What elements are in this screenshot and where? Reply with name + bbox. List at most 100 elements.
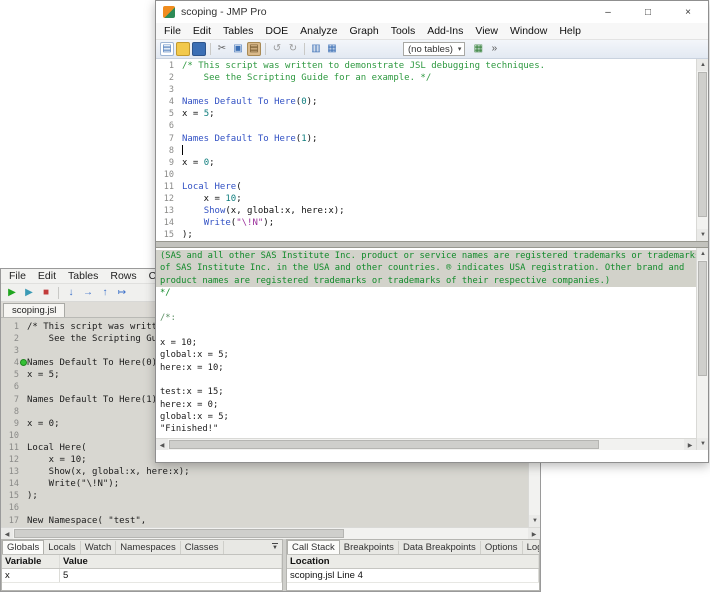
tab-data-breakpoints[interactable]: Data Breakpoints xyxy=(399,541,481,554)
maximize-button[interactable]: □ xyxy=(628,1,668,23)
new-script-icon[interactable]: ▤ xyxy=(160,42,174,56)
code-line[interactable]: 14 Write("\!N"); xyxy=(1,478,528,490)
code-line[interactable]: 1/* This script was written to demonstra… xyxy=(156,60,696,72)
pane-splitter[interactable] xyxy=(156,241,708,248)
scrollbar-thumb[interactable] xyxy=(698,261,707,376)
menu-file[interactable]: File xyxy=(158,25,187,37)
run-to-breakpoint-icon[interactable]: ▶ xyxy=(22,286,36,300)
close-button[interactable]: × xyxy=(668,1,708,23)
code-line[interactable]: 15); xyxy=(156,229,696,241)
scrollbar-track[interactable] xyxy=(697,260,708,438)
scroll-right-icon[interactable]: ▶ xyxy=(684,439,696,450)
scroll-up-icon[interactable]: ▲ xyxy=(697,248,708,260)
menu-view[interactable]: View xyxy=(469,25,504,37)
table-row[interactable]: scoping.jsl Line 4 xyxy=(287,569,539,583)
run-to-cursor-icon[interactable]: ↦ xyxy=(115,286,129,300)
code-line[interactable]: 13 Show(x, global:x, here:x); xyxy=(156,205,696,217)
menu-window[interactable]: Window xyxy=(504,25,553,37)
menu-tables[interactable]: Tables xyxy=(62,270,104,282)
tab-log[interactable]: Log xyxy=(523,541,540,554)
code-line[interactable]: 11Local Here( xyxy=(156,181,696,193)
menu-tables[interactable]: Tables xyxy=(217,25,259,37)
save-icon[interactable] xyxy=(192,42,206,56)
table-row[interactable]: x5 xyxy=(2,569,282,583)
cut-icon[interactable]: ✂ xyxy=(215,42,229,56)
code-line[interactable]: 4Names Default To Here(0); xyxy=(156,96,696,108)
debugger-h-scrollbar[interactable]: ◀ ▶ xyxy=(1,527,540,539)
tab-options[interactable]: Options xyxy=(481,541,523,554)
scrollbar-thumb[interactable] xyxy=(14,529,344,538)
tab-call-stack[interactable]: Call Stack xyxy=(287,540,340,554)
redo-icon[interactable]: ↻ xyxy=(286,42,300,56)
menu-help[interactable]: Help xyxy=(553,25,587,37)
code-line[interactable]: 3 xyxy=(156,84,696,96)
scrollbar-thumb[interactable] xyxy=(698,72,707,217)
code-line[interactable]: 10 xyxy=(156,169,696,181)
code-line[interactable]: 7Names Default To Here(1); xyxy=(156,133,696,145)
scroll-left-icon[interactable]: ◀ xyxy=(156,439,168,450)
copy-icon[interactable]: ▣ xyxy=(231,42,245,56)
column-header-location[interactable]: Location xyxy=(287,555,539,568)
tab-classes[interactable]: Classes xyxy=(181,541,224,554)
tab-locals[interactable]: Locals xyxy=(44,541,80,554)
paste-icon[interactable]: ▤ xyxy=(247,42,261,56)
column-header-variable[interactable]: Variable xyxy=(2,555,60,568)
scroll-down-icon[interactable]: ▼ xyxy=(697,438,708,450)
run-icon[interactable]: ▶ xyxy=(5,286,19,300)
tab-namespaces[interactable]: Namespaces xyxy=(116,541,180,554)
stop-icon[interactable]: ■ xyxy=(39,286,53,300)
log-v-scrollbar[interactable]: ▲ ▼ xyxy=(696,248,708,450)
code-line[interactable]: 6 xyxy=(156,120,696,132)
tab-watch[interactable]: Watch xyxy=(81,541,117,554)
code-line[interactable]: 15); xyxy=(1,490,528,502)
code-line[interactable]: 16 xyxy=(1,502,528,514)
new-data-table-icon[interactable]: ▦ xyxy=(471,42,485,56)
undo-icon[interactable]: ↺ xyxy=(270,42,284,56)
minimize-button[interactable]: – xyxy=(588,1,628,23)
menu-analyze[interactable]: Analyze xyxy=(294,25,343,37)
tab-globals[interactable]: Globals xyxy=(2,540,44,554)
code-line[interactable]: 12 x = 10; xyxy=(156,193,696,205)
line-number: 13 xyxy=(156,205,174,217)
scrollbar-thumb[interactable] xyxy=(169,440,599,449)
scroll-down-icon[interactable]: ▼ xyxy=(697,229,708,241)
code-line[interactable]: 13 Show(x, global:x, here:x); xyxy=(1,466,528,478)
code-line[interactable]: 14 Write("\!N"); xyxy=(156,217,696,229)
code-line[interactable]: 8 xyxy=(156,145,696,157)
code-line[interactable]: 5x = 5; xyxy=(156,108,696,120)
script-editor[interactable]: 1/* This script was written to demonstra… xyxy=(156,59,696,241)
journal-icon[interactable]: ▥ xyxy=(309,42,323,56)
tab-scoping-jsl[interactable]: scoping.jsl xyxy=(3,303,65,317)
panel-menu-icon[interactable]: ▼ xyxy=(272,543,278,551)
line-number: 5 xyxy=(1,369,19,381)
scrollbar-track[interactable] xyxy=(697,71,708,229)
code-text: x = 10; xyxy=(27,454,87,466)
layout-icon[interactable]: ▦ xyxy=(325,42,339,56)
menu-add-ins[interactable]: Add-Ins xyxy=(421,25,469,37)
menu-rows[interactable]: Rows xyxy=(104,270,142,282)
column-header-value[interactable]: Value xyxy=(60,555,282,568)
tab-breakpoints[interactable]: Breakpoints xyxy=(340,541,399,554)
menu-file[interactable]: File xyxy=(3,270,32,282)
code-text: /* This script was written to demonstrat… xyxy=(182,60,545,72)
scroll-up-icon[interactable]: ▲ xyxy=(697,59,708,71)
editor-v-scrollbar[interactable]: ▲ ▼ xyxy=(696,59,708,241)
menu-graph[interactable]: Graph xyxy=(344,25,385,37)
code-line[interactable]: 9x = 0; xyxy=(156,157,696,169)
menu-edit[interactable]: Edit xyxy=(32,270,62,282)
menu-doe[interactable]: DOE xyxy=(259,25,294,37)
menu-edit[interactable]: Edit xyxy=(187,25,217,37)
step-into-icon[interactable]: ↓ xyxy=(64,286,78,300)
code-line[interactable]: 17New Namespace( "test", xyxy=(1,515,528,527)
line-number: 2 xyxy=(156,72,174,84)
scroll-down-icon[interactable]: ▼ xyxy=(529,515,540,527)
callstack-table: Locationscoping.jsl Line 4 xyxy=(287,555,539,590)
step-over-icon[interactable]: → xyxy=(81,286,95,300)
menu-tools[interactable]: Tools xyxy=(385,25,422,37)
open-icon[interactable] xyxy=(176,42,190,56)
log-h-scrollbar[interactable]: ◀ ▶ xyxy=(156,438,696,450)
toolbar-overflow-icon[interactable]: » xyxy=(487,42,501,56)
code-line[interactable]: 2 See the Scripting Guide for an example… xyxy=(156,72,696,84)
step-out-icon[interactable]: ↑ xyxy=(98,286,112,300)
tables-dropdown[interactable]: (no tables) ▾ xyxy=(403,42,465,56)
